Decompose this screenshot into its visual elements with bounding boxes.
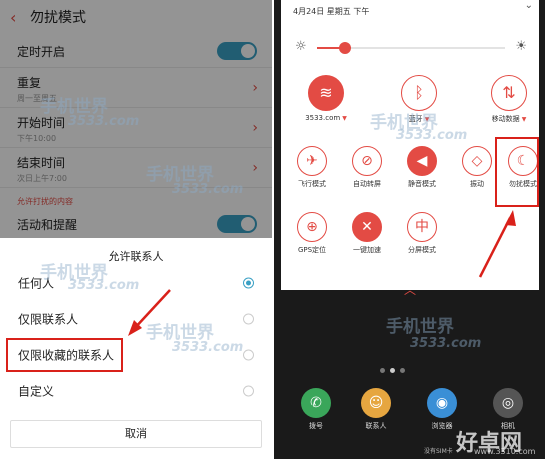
page-dot — [400, 368, 405, 373]
brightness-low-icon: ☼ — [295, 39, 307, 54]
tile-label-text: 移动数据 — [491, 115, 520, 123]
watermark-brand: 手机世界 — [386, 317, 454, 337]
radio-unselected[interactable] — [243, 385, 254, 397]
dnd-settings-panel: ‹ 勿扰模式 定时开启 重复 周一至周五 › 开始时间 下午10:00 › 结束… — [0, 0, 272, 459]
collapse-chevron-icon[interactable]: ⌄ — [525, 0, 533, 11]
quick-tile-boost[interactable]: ✕ 一键加速 — [337, 212, 397, 272]
airplane-icon: ✈ — [297, 146, 327, 176]
quick-tile-split-screen[interactable]: 中分屏模式 — [392, 212, 452, 272]
option-custom[interactable]: 自定义 — [0, 373, 272, 409]
expand-chevron-icon[interactable]: ︿ — [281, 281, 539, 298]
quick-tile-rotate[interactable]: ⊘ 自动转屏 — [337, 146, 397, 206]
cancel-button[interactable]: 取消 — [10, 420, 262, 448]
tile-label: 飞行模式 — [282, 179, 342, 189]
quick-settings-panel: 4月24日 星期五 下午 ⌄ ☼ ☀ ≋ 3533.com ▼ ᛒ 蓝牙 ▼ ⇅ 移动数据 ▼ ✈… — [274, 0, 545, 459]
radio-unselected[interactable] — [243, 349, 254, 361]
quick-tile-gps[interactable]: ⊕ GPS定位 — [282, 212, 342, 272]
quick-tile-airplane[interactable]: ✈ 飞行模式 — [282, 146, 342, 206]
watermark-url2: www.3310.com — [474, 447, 536, 456]
tile-label-text: 一键加速 — [353, 246, 381, 254]
watermark-domain: 3533.com — [410, 336, 482, 351]
tile-label-text: 3533.com — [305, 114, 341, 122]
quick-tile-mute[interactable]: ◀ 静音模式 — [392, 146, 452, 206]
tile-label: 3533.com ▼ — [296, 114, 356, 122]
date-text: 4月24日 星期五 下午 — [293, 7, 370, 16]
dock-app-phone[interactable]: ✆ 拨号 — [296, 388, 336, 431]
boost-icon: ✕ — [352, 212, 382, 242]
dropdown-caret-icon[interactable]: ▼ — [425, 116, 430, 123]
radio-selected[interactable] — [243, 277, 254, 289]
gps-icon: ⊕ — [297, 212, 327, 242]
tile-label: GPS定位 — [282, 245, 342, 255]
tile-label: 静音模式 — [392, 179, 452, 189]
option-label: 任何人 — [18, 276, 55, 291]
vibrate-icon: ◇ — [462, 146, 492, 176]
tile-label-text: 振动 — [470, 180, 484, 188]
tile-label-text: 飞行模式 — [298, 180, 326, 188]
contacts-icon: ☺ — [361, 388, 391, 418]
brightness-slider[interactable]: ☼ ☀ — [295, 39, 527, 56]
option-label: 自定义 — [18, 384, 55, 399]
sheet-title: 允许联系人 — [108, 250, 164, 263]
quick-tile-wifi[interactable]: ≋ 3533.com ▼ — [296, 75, 356, 135]
tile-label: 一键加速 — [337, 245, 397, 255]
dock-app-contacts[interactable]: ☺ 联系人 — [356, 388, 396, 431]
tile-label: 自动转屏 — [337, 179, 397, 189]
mute-icon: ◀ — [407, 146, 437, 176]
brightness-knob[interactable] — [339, 42, 352, 54]
browser-icon: ◉ — [427, 388, 457, 418]
radio-unselected[interactable] — [243, 313, 254, 325]
dock-label: 联系人 — [365, 422, 387, 430]
tile-label: 蓝牙 ▼ — [389, 114, 449, 124]
phone-icon: ✆ — [301, 388, 331, 418]
highlight-box-dnd — [495, 137, 539, 207]
tile-label-text: 分屏模式 — [408, 246, 436, 254]
rotate-icon: ⊘ — [352, 146, 382, 176]
page-dot-active — [390, 368, 395, 373]
tile-label-text: 静音模式 — [408, 180, 436, 188]
tile-label-text: 蓝牙 — [408, 115, 423, 123]
highlight-box — [6, 338, 123, 372]
option-contacts-only[interactable]: 仅限联系人 — [0, 301, 272, 337]
tile-label-text: GPS定位 — [297, 246, 327, 254]
dropdown-caret-icon[interactable]: ▼ — [342, 115, 347, 122]
dock-label: 拨号 — [309, 422, 323, 430]
quick-tile-bluetooth[interactable]: ᛒ 蓝牙 ▼ — [389, 75, 449, 135]
no-sim-text: 没有SIM卡 — [424, 448, 453, 455]
tile-label-text: 自动转屏 — [353, 180, 381, 188]
page-dot — [380, 368, 385, 373]
split-screen-icon: 中 — [407, 212, 437, 242]
dim-overlay — [0, 0, 272, 238]
mobile-data-icon: ⇅ — [491, 75, 527, 111]
tile-label: 移动数据 ▼ — [479, 114, 539, 124]
brightness-high-icon: ☀ — [515, 39, 527, 54]
wifi-icon: ≋ — [308, 75, 344, 111]
camera-icon: ◎ — [493, 388, 523, 418]
quick-tile-mobile-data[interactable]: ⇅ 移动数据 ▼ — [479, 75, 539, 135]
tile-label: 分屏模式 — [392, 245, 452, 255]
option-anyone[interactable]: 任何人 — [0, 265, 272, 301]
option-label: 仅限联系人 — [18, 312, 79, 327]
brightness-track[interactable] — [317, 42, 505, 54]
bluetooth-icon: ᛒ — [401, 75, 437, 111]
dropdown-caret-icon[interactable]: ▼ — [522, 116, 527, 123]
